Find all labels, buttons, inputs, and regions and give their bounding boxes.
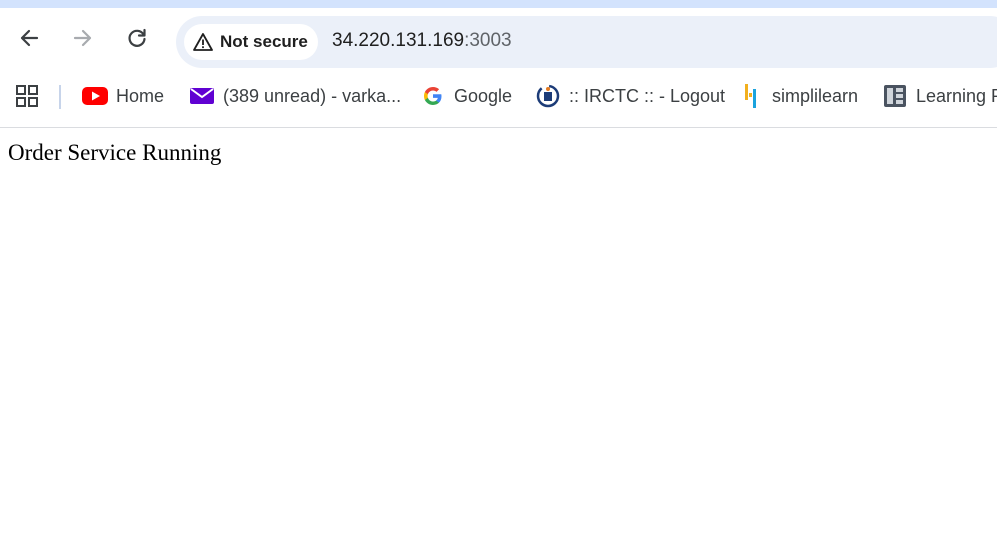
bookmark-label: simplilearn <box>772 85 859 106</box>
bookmark-irctc[interactable]: :: IRCTC :: - Logout <box>535 82 725 110</box>
simplilearn-icon <box>738 83 764 109</box>
bookmark-learning[interactable]: Learning P <box>882 82 997 110</box>
bookmark-home[interactable]: Home <box>82 82 164 110</box>
forward-button[interactable] <box>69 24 97 52</box>
url-text[interactable]: 34.220.131.169:3003 <box>332 30 512 52</box>
url-host: 34.220.131.169 <box>332 30 465 51</box>
security-indicator[interactable]: Not secure <box>184 24 318 60</box>
bookmarks-separator <box>59 85 61 109</box>
reload-icon <box>128 28 146 47</box>
bookmark-label: Learning P <box>916 85 997 106</box>
url-port: :3003 <box>464 30 512 51</box>
reload-button[interactable] <box>123 24 151 52</box>
security-label: Not secure <box>220 32 308 51</box>
youtube-icon <box>82 83 108 109</box>
bookmark-label: (389 unread) - varka... <box>223 85 402 106</box>
mail-icon <box>189 83 215 109</box>
bookmark-label: Home <box>116 85 165 106</box>
apps-button[interactable] <box>14 82 40 110</box>
page-body-text: Order Service Running <box>8 140 222 165</box>
back-button[interactable] <box>15 24 43 52</box>
bookmark-label: Google <box>454 85 513 106</box>
arrow-right-icon <box>73 29 92 47</box>
address-bar[interactable]: Not secure 34.220.131.169:3003 <box>176 16 997 68</box>
bookmarks-bar: Home (389 unread) - varka... Google:: I… <box>0 76 997 118</box>
window-top-strip <box>0 0 997 8</box>
irctc-icon <box>535 83 561 109</box>
arrow-left-icon <box>20 29 39 47</box>
learning-icon <box>882 83 908 109</box>
bookmark-label: :: IRCTC :: - Logout <box>569 85 726 106</box>
apps-grid-icon <box>14 83 40 109</box>
google-icon <box>420 83 446 109</box>
bookmark-simplilearn[interactable]: simplilearn <box>738 82 858 110</box>
toolbar-divider <box>0 127 997 128</box>
bookmark-google[interactable]: Google <box>420 82 512 110</box>
browser-toolbar: Not secure 34.220.131.169:3003 <box>0 8 997 76</box>
warning-icon <box>192 31 214 53</box>
bookmark-mail[interactable]: (389 unread) - varka... <box>189 82 401 110</box>
